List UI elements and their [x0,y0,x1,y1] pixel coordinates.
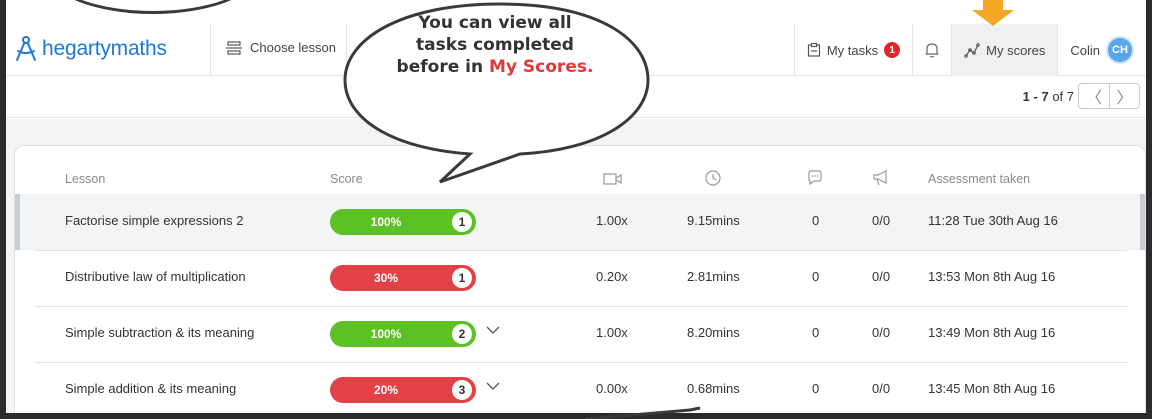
orange-pointer-arrow-icon [972,0,1014,26]
comment-count: 0 [812,269,820,284]
table-header: Lesson Score Assessment taken [15,162,1145,196]
video-speed: 1.00x [596,325,628,340]
previous-page-button[interactable]: 〈 [1079,84,1109,108]
announcement-count: 0/0 [872,269,891,284]
compass-logo-icon [16,36,36,61]
announcement-count: 0/0 [872,381,891,396]
comment-count: 0 [812,325,820,340]
comment-count: 0 [812,213,820,228]
avatar: CH [1106,36,1134,64]
attempt-count: 1 [452,268,472,288]
comment-count: 0 [812,381,820,396]
score-percent: 30% [373,271,399,285]
assessment-date: 13:53 Mon 8th Aug 16 [928,269,1056,284]
pagination: 1 - 7 of 7 〈 〉 [1023,83,1140,109]
line-graph-icon [964,43,980,58]
assessment-date: 11:28 Tue 30th Aug 16 [928,213,1058,228]
my-tasks-label: My tasks [826,42,879,58]
notifications-button[interactable] [912,24,951,76]
user-menu[interactable]: Colin CH [1057,24,1146,76]
score-percent: 20% [373,383,399,397]
assessment-date: 13:45 Mon 8th Aug 16 [928,381,1056,396]
lessons-icon [226,40,242,55]
clipboard-icon [807,43,820,57]
chevron-down-icon[interactable] [485,323,501,337]
lesson-name[interactable]: Distributive law of multiplication [65,269,246,284]
video-speed: 0.20x [596,269,628,284]
table-row[interactable]: Factorise simple expressions 2 100% 1 1.… [15,194,1145,250]
bell-icon [925,43,939,58]
assessment-date: 13:49 Mon 8th Aug 16 [928,325,1056,340]
scores-table: Lesson Score Assessment taken Factorise … [14,145,1146,413]
choose-lesson-button[interactable]: Choose lesson [226,40,336,55]
comment-column-icon [807,170,823,189]
row-divider [35,250,1127,251]
announcement-count: 0/0 [872,213,891,228]
score-pill[interactable]: 30% 1 [330,265,476,291]
chevron-down-icon[interactable] [485,379,501,393]
score-percent: 100% [370,327,402,341]
announcement-count: 0/0 [872,325,891,340]
pagination-text: 1 - 7 of 7 [1023,89,1074,104]
my-scores-label: My scores [986,42,1046,58]
time-taken: 0.68mins [687,381,740,396]
video-speed-column-icon [603,172,623,189]
logo-text: hegartymaths [42,37,167,60]
lesson-name[interactable]: Factorise simple expressions 2 [65,213,243,228]
row-divider [35,362,1127,363]
pagination-bar: 1 - 7 of 7 〈 〉 [6,76,1146,118]
callout-highlight: My Scores [489,57,587,77]
column-header-score: Score [330,172,363,186]
right-nav: My tasks 1 My scores Colin CH [793,24,1146,76]
callout-text: You can view all tasks completed before … [395,12,595,78]
pagination-buttons: 〈 〉 [1078,83,1140,109]
my-scores-button[interactable]: My scores [951,24,1058,76]
my-tasks-button[interactable]: My tasks 1 [793,24,912,76]
user-name: Colin [1070,42,1100,58]
time-taken: 2.81mins [687,269,740,284]
attempt-count: 1 [452,212,472,232]
time-taken: 9.15mins [687,213,740,228]
time-taken: 8.20mins [687,325,740,340]
column-header-assessment-taken: Assessment taken [928,172,1031,186]
score-pill[interactable]: 100% 2 [330,321,476,347]
pagination-total: of 7 [1052,88,1074,104]
score-pill[interactable]: 20% 3 [330,377,476,403]
nav-divider [210,24,211,76]
megaphone-column-icon [872,170,890,189]
score-pill[interactable]: 100% 1 [330,209,476,235]
lesson-name[interactable]: Simple subtraction & its meaning [65,325,254,340]
table-row[interactable]: Simple subtraction & its meaning 100% 2 … [15,306,1145,362]
callout-tail: . [586,57,594,77]
choose-lesson-label: Choose lesson [250,40,336,55]
lesson-name[interactable]: Simple addition & its meaning [65,381,236,396]
attempt-count: 2 [452,324,472,344]
video-speed: 0.00x [596,381,628,396]
row-divider [35,306,1127,307]
table-row[interactable]: Distributive law of multiplication 30% 1… [15,250,1145,306]
attempt-count: 3 [452,380,472,400]
clock-column-icon [705,170,721,189]
pagination-range: 1 - 7 [1022,88,1049,104]
column-header-lesson: Lesson [65,172,106,186]
score-percent: 100% [370,215,402,229]
video-speed: 1.00x [596,213,628,228]
task-count-badge: 1 [884,42,901,58]
nav-divider [346,24,347,76]
next-page-button[interactable]: 〉 [1109,84,1139,108]
logo[interactable]: hegartymaths [14,36,167,62]
table-row[interactable]: Simple addition & its meaning 20% 3 0.00… [15,362,1145,418]
